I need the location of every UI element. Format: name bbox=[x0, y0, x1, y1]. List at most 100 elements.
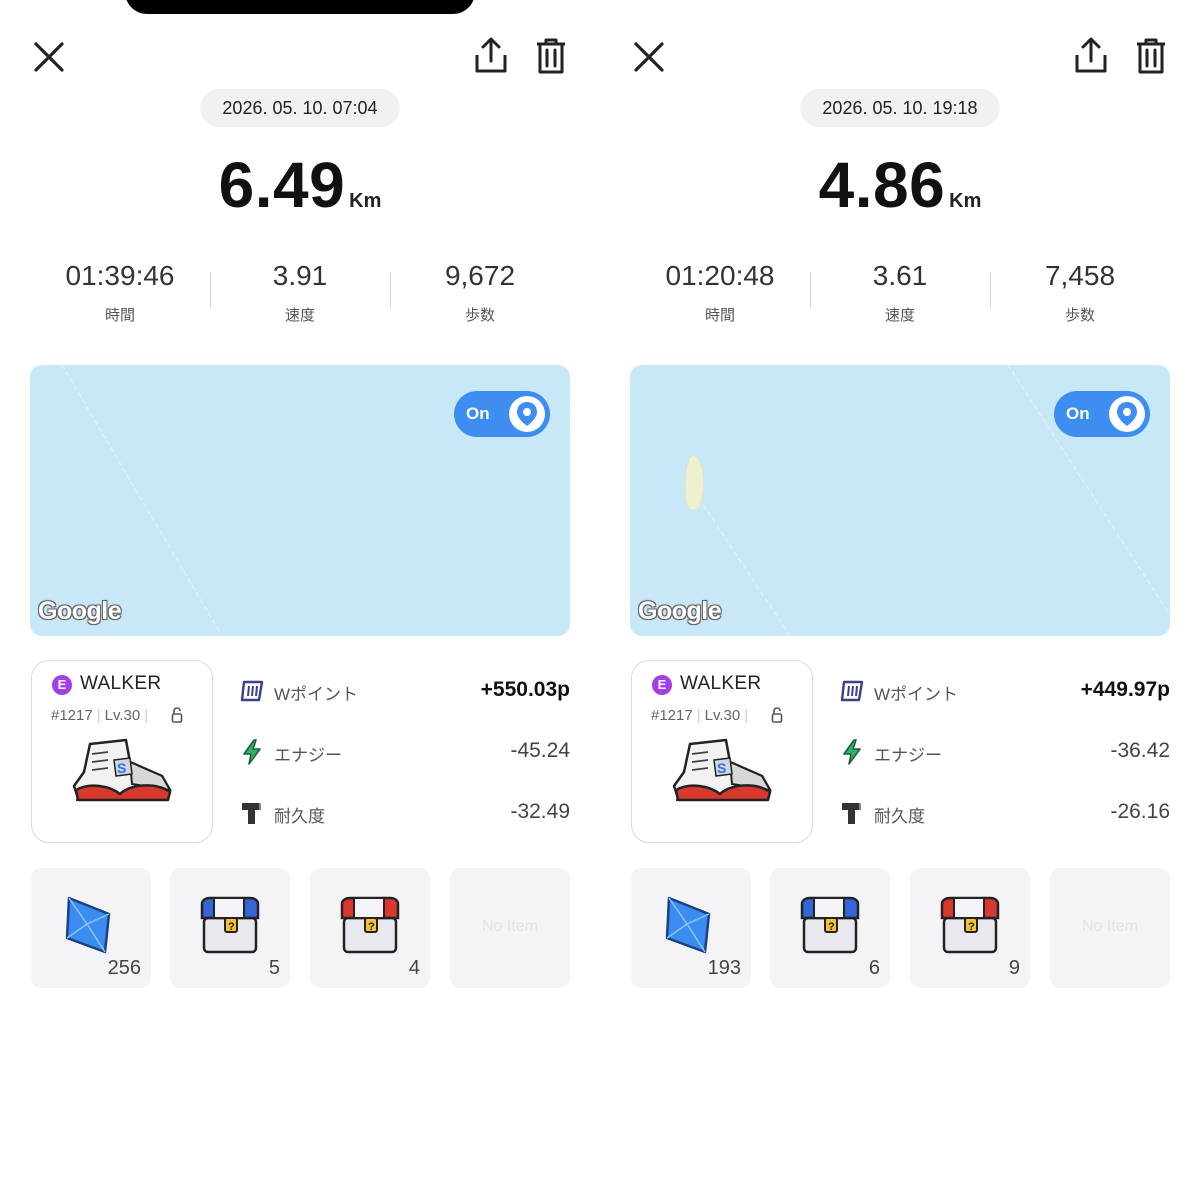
route-map[interactable]: On Google bbox=[630, 365, 1170, 636]
red-mystery-box-icon: ? bbox=[940, 896, 1000, 954]
stats-row: 01:20:48 時間 3.61 速度 7,458 歩数 bbox=[630, 258, 1170, 328]
stats-row: 01:39:46 時間 3.91 速度 9,672 歩数 bbox=[30, 258, 570, 328]
reward-label: 耐久度 bbox=[874, 807, 925, 826]
energy-icon bbox=[843, 739, 861, 765]
stat-value: 3.91 bbox=[272, 260, 328, 291]
shoe-id: #1217 bbox=[651, 707, 693, 724]
reward-label: Wポイント bbox=[874, 685, 959, 704]
reward-label: エナジー bbox=[274, 746, 342, 765]
lock-icon bbox=[171, 707, 183, 727]
location-toggle[interactable]: On bbox=[454, 391, 550, 437]
reward-row-wpoint: Wポイント +550.03p bbox=[240, 672, 570, 733]
item-slot[interactable]: ? 6 bbox=[770, 868, 890, 988]
svg-text:S: S bbox=[717, 760, 726, 776]
item-slot[interactable]: ? 5 bbox=[170, 868, 290, 988]
item-drops: 193 ? 6 ? 9 No Item bbox=[631, 868, 1171, 988]
item-slot[interactable]: 256 bbox=[31, 868, 151, 988]
item-slot[interactable]: ? 9 bbox=[910, 868, 1030, 988]
distance-display: 4.86 Km bbox=[600, 148, 1200, 222]
shoe-meta: #1217 | Lv.30 | bbox=[51, 707, 149, 724]
shoe-card[interactable]: E WALKER #1217 | Lv.30 | S bbox=[31, 660, 213, 843]
reward-label: Wポイント bbox=[274, 685, 359, 704]
blue-gem-icon bbox=[65, 896, 111, 954]
item-count: 256 bbox=[107, 957, 141, 979]
reward-value: -32.49 bbox=[510, 800, 570, 823]
svg-text:?: ? bbox=[828, 921, 835, 933]
distance-unit: Km bbox=[949, 190, 982, 212]
svg-text:S: S bbox=[117, 760, 126, 776]
reward-value: -45.24 bbox=[510, 739, 570, 762]
reward-label: 耐久度 bbox=[274, 807, 325, 826]
record-date: 2026. 05. 10. 07:04 bbox=[200, 89, 400, 127]
item-slot[interactable]: ? 4 bbox=[310, 868, 430, 988]
item-count: 4 bbox=[408, 957, 420, 979]
item-count: 9 bbox=[1008, 957, 1020, 979]
google-logo: Google bbox=[638, 597, 722, 625]
record-date: 2026. 05. 10. 19:18 bbox=[800, 89, 1000, 127]
svg-text:?: ? bbox=[968, 921, 975, 933]
reward-value: -36.42 bbox=[1110, 739, 1170, 762]
trash-icon[interactable] bbox=[1133, 36, 1169, 76]
shoe-id: #1217 bbox=[51, 707, 93, 724]
w-point-icon bbox=[240, 680, 264, 702]
reward-row-durability: 耐久度 -26.16 bbox=[840, 794, 1170, 855]
shoe-card[interactable]: E WALKER #1217 | Lv.30 | S bbox=[631, 660, 813, 843]
trash-icon[interactable] bbox=[533, 36, 569, 76]
w-point-icon bbox=[840, 680, 864, 702]
reward-value: +550.03p bbox=[480, 678, 570, 701]
durability-icon bbox=[242, 803, 261, 824]
stat-value: 9,672 bbox=[444, 260, 516, 291]
shoe-type: WALKER bbox=[80, 673, 162, 694]
empty-slot-label: No Item bbox=[1081, 918, 1138, 935]
blue-gem-icon bbox=[665, 896, 711, 954]
reward-row-durability: 耐久度 -32.49 bbox=[240, 794, 570, 855]
distance-value: 6.49 bbox=[218, 149, 346, 221]
share-icon[interactable] bbox=[472, 36, 510, 76]
reward-list: Wポイント +550.03p エナジー -45.24 耐久度 -32.49 bbox=[240, 672, 570, 855]
stat-speed: 3.91 速度 bbox=[210, 258, 390, 325]
lock-icon bbox=[771, 707, 783, 727]
route-map[interactable]: On Google bbox=[30, 365, 570, 636]
share-icon[interactable] bbox=[1072, 36, 1110, 76]
distance-display: 6.49 Km bbox=[0, 148, 600, 222]
stat-label: 時間 bbox=[704, 307, 735, 324]
stat-label: 歩数 bbox=[1064, 307, 1095, 324]
durability-icon bbox=[842, 803, 861, 824]
stat-value: 7,458 bbox=[1044, 260, 1116, 291]
shoe-grade-badge: E bbox=[52, 675, 72, 695]
blue-mystery-box-icon: ? bbox=[200, 896, 260, 954]
item-slot[interactable]: 193 bbox=[631, 868, 751, 988]
item-count: 193 bbox=[707, 957, 741, 979]
reward-row-energy: エナジー -36.42 bbox=[840, 733, 1170, 794]
stat-steps: 9,672 歩数 bbox=[390, 258, 570, 325]
stat-value: 3.61 bbox=[872, 260, 928, 291]
activity-record-panel-1: 2026. 05. 10. 07:04 6.49 Km 01:39:46 時間 3… bbox=[0, 0, 600, 1200]
shoe-level: Lv.30 bbox=[104, 707, 141, 724]
location-pin-icon bbox=[1109, 396, 1145, 432]
reward-row-wpoint: Wポイント +449.97p bbox=[840, 672, 1170, 733]
stat-time: 01:20:48 時間 bbox=[630, 258, 810, 325]
shoe-meta: #1217 | Lv.30 | bbox=[651, 707, 749, 724]
google-logo: Google bbox=[38, 597, 122, 625]
stat-value: 01:39:46 bbox=[65, 260, 175, 291]
item-count: 6 bbox=[868, 957, 880, 979]
reward-row-energy: エナジー -45.24 bbox=[240, 733, 570, 794]
item-drops: 256 ? 5 ? 4 No Item bbox=[31, 868, 571, 988]
toggle-label: On bbox=[1066, 404, 1090, 423]
stat-speed: 3.61 速度 bbox=[810, 258, 990, 325]
close-icon[interactable] bbox=[630, 38, 668, 76]
close-icon[interactable] bbox=[30, 38, 68, 76]
activity-record-panel-2: 2026. 05. 10. 19:18 4.86 Km 01:20:48 時間 3… bbox=[600, 0, 1200, 1200]
reward-list: Wポイント +449.97p エナジー -36.42 耐久度 -26.16 bbox=[840, 672, 1170, 855]
distance-value: 4.86 bbox=[818, 149, 946, 221]
stat-label: 歩数 bbox=[464, 307, 495, 324]
stat-label: 時間 bbox=[104, 307, 135, 324]
reward-label: エナジー bbox=[874, 746, 942, 765]
stat-label: 速度 bbox=[284, 307, 315, 324]
stat-steps: 7,458 歩数 bbox=[990, 258, 1170, 325]
blue-mystery-box-icon: ? bbox=[800, 896, 860, 954]
reward-value: +449.97p bbox=[1080, 678, 1170, 701]
sneaker-icon: S bbox=[72, 738, 172, 802]
location-toggle[interactable]: On bbox=[1054, 391, 1150, 437]
distance-unit: Km bbox=[349, 190, 382, 212]
